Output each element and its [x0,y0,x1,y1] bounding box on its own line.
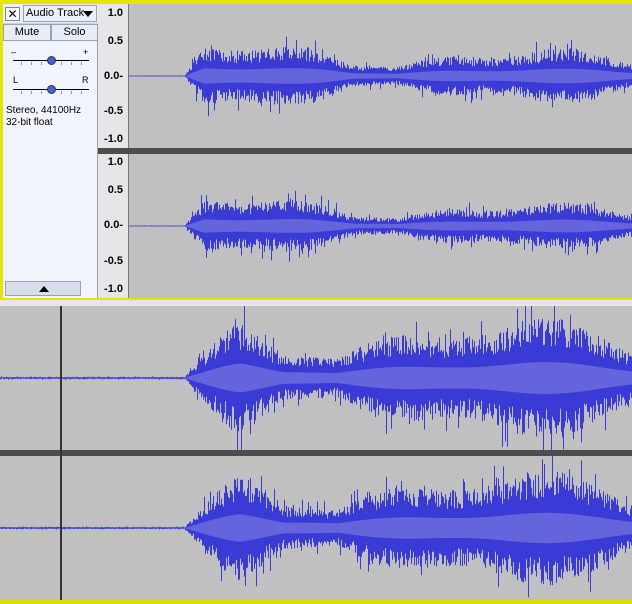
track-sample-format-line: 32-bit float [6,117,53,128]
gain-slider-tick [81,62,82,65]
pan-right-label: R [82,75,89,85]
track-name-label: Audio Track [26,7,85,19]
collapse-track-button[interactable] [5,281,81,296]
pan-left-label: L [13,75,19,85]
solo-label: Solo [63,26,86,38]
audio-track-1[interactable]: ✕ Audio Track Mute Solo – + L R Stereo, … [0,0,632,300]
gain-slider-tick [21,62,22,65]
pan-slider-tick [71,91,72,94]
ruler-label-neg-0.5: -0.5 [104,105,123,117]
pan-slider-tick [81,91,82,94]
waveform-graphic [0,306,632,450]
ruler-label-neg-1.0: -1.0 [104,283,123,295]
gain-minus-label: – [11,47,17,57]
ruler-label-neg-0.5: -0.5 [104,255,123,267]
waveform-left-channel[interactable] [129,4,632,148]
solo-button[interactable]: Solo [51,24,98,41]
ruler-label-0.5: 0.5 [107,184,123,196]
close-track-button[interactable]: ✕ [5,7,20,21]
ruler-label-0.0: 0.0- [104,70,123,82]
mute-button[interactable]: Mute [3,24,51,41]
waveform-right-channel[interactable] [129,154,632,298]
mute-label: Mute [14,26,40,38]
waveform-graphic [0,456,632,598]
gain-slider-tick [61,62,62,65]
pan-slider-thumb[interactable] [46,85,56,94]
vertical-ruler-left-channel[interactable]: 1.0 0.5 0.0- -0.5 -1.0 [98,4,129,148]
close-icon: ✕ [7,7,18,21]
ruler-label-0.0: 0.0- [104,219,123,231]
ruler-label-0.5: 0.5 [107,35,123,47]
track-name-menu[interactable]: Audio Track [23,5,97,22]
track-info: Stereo, 44100Hz 32-bit float [6,105,81,129]
pan-slider-tick [41,91,42,94]
gain-slider-tick [41,62,42,65]
gain-slider-thumb[interactable] [46,56,56,65]
ruler-label-1.0: 1.0 [107,7,123,19]
edit-cursor-line [60,306,62,600]
waveform-graphic [129,190,632,262]
waveform-track2-left-channel[interactable] [0,306,632,450]
track-format-line: Stereo, 44100Hz [6,105,82,116]
track-control-panel: ✕ Audio Track Mute Solo – + L R Stereo, … [3,4,98,298]
dropdown-arrow-icon [83,11,93,17]
collapse-arrow-icon [39,286,49,292]
pan-slider-tick [61,91,62,94]
gain-slider-tick [31,62,32,65]
pan-slider-tick [31,91,32,94]
pan-slider-tick [21,91,22,94]
gain-plus-label: + [83,47,89,57]
gain-slider-tick [71,62,72,65]
track-bottom-border [0,600,632,604]
ruler-label-1.0: 1.0 [107,156,123,168]
ruler-label-neg-1.0: -1.0 [104,133,123,145]
vertical-ruler-right-channel[interactable]: 1.0 0.5 0.0- -0.5 -1.0 [98,154,129,298]
waveform-graphic [129,36,632,117]
waveform-track2-right-channel[interactable] [0,456,632,600]
track-header: ✕ Audio Track [3,4,98,24]
